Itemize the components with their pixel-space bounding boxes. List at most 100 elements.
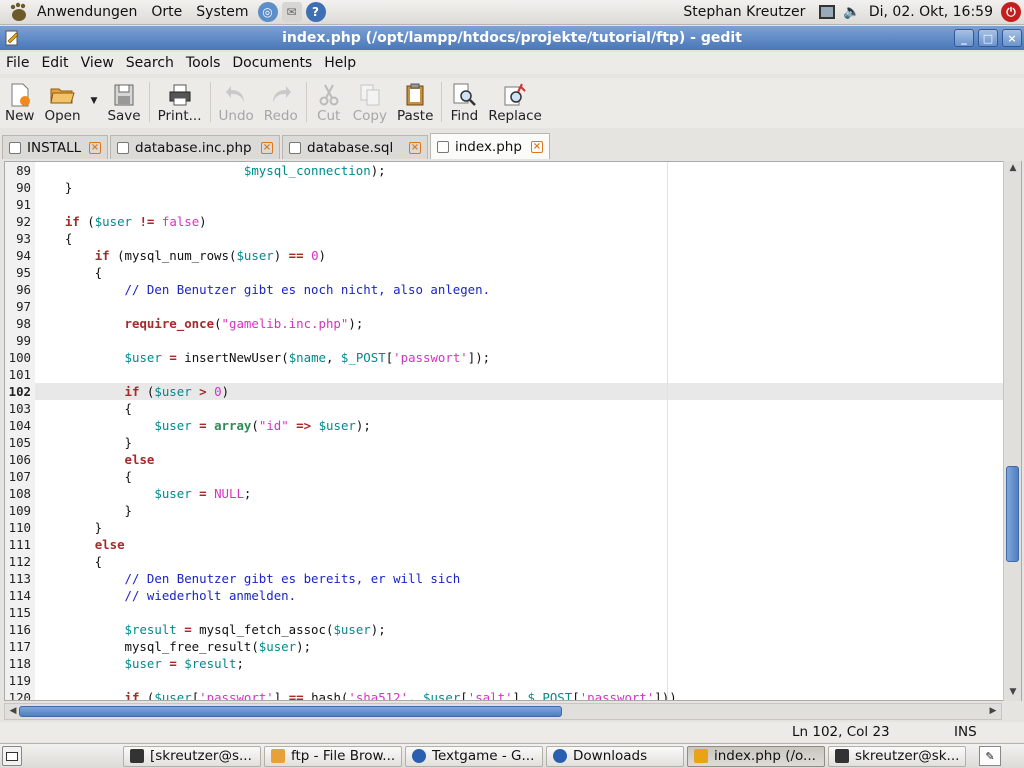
menu-file[interactable]: File: [0, 55, 35, 71]
places-menu[interactable]: Orte: [144, 0, 189, 25]
taskbar-window-button[interactable]: index.php (/o...: [687, 745, 825, 767]
applications-menu[interactable]: Anwendungen: [0, 0, 144, 25]
close-tab-icon[interactable]: ×: [89, 141, 101, 154]
new-button[interactable]: New: [0, 78, 39, 124]
line-number: 110: [8, 520, 31, 535]
redo-button[interactable]: Redo: [259, 78, 303, 124]
user-name[interactable]: Stephan Kreutzer: [683, 4, 805, 20]
menu-edit[interactable]: Edit: [35, 55, 74, 71]
scroll-right-arrow[interactable]: ▶: [987, 706, 999, 718]
current-code-line[interactable]: if ($user > 0): [35, 383, 1005, 400]
code-line[interactable]: }: [35, 179, 1005, 196]
taskbar-window-button[interactable]: skreutzer@sk...: [828, 745, 966, 767]
code-line[interactable]: {: [35, 553, 1005, 570]
scroll-down-arrow[interactable]: ▼: [1007, 687, 1019, 699]
code-line[interactable]: if ($user != false): [35, 213, 1005, 230]
cut-button[interactable]: Cut: [310, 78, 348, 124]
open-button[interactable]: Open: [39, 78, 85, 124]
menu-documents[interactable]: Documents: [226, 55, 318, 71]
horizontal-scroll-thumb[interactable]: [19, 706, 562, 717]
code-text-area[interactable]: $mysql_connection); } if ($user != false…: [35, 162, 1005, 700]
code-line[interactable]: mysql_free_result($user);: [35, 638, 1005, 655]
open-dropdown-arrow[interactable]: ▼: [86, 78, 103, 106]
power-icon[interactable]: ⏻: [1001, 2, 1021, 22]
code-line[interactable]: [35, 196, 1005, 213]
tab-database-inc-php[interactable]: database.inc.php ×: [110, 135, 280, 159]
code-line[interactable]: }: [35, 519, 1005, 536]
code-line[interactable]: else: [35, 536, 1005, 553]
code-line[interactable]: $user = $result;: [35, 655, 1005, 672]
code-line[interactable]: {: [35, 400, 1005, 417]
close-window-button[interactable]: ×: [1002, 29, 1022, 47]
code-line[interactable]: $result = mysql_fetch_assoc($user);: [35, 621, 1005, 638]
code-line[interactable]: }: [35, 434, 1005, 451]
code-editor[interactable]: 89 90 91 92 93 94 95 96 97 98 99 100 101 102 103 104 105…: [4, 161, 1022, 701]
workspace-switcher[interactable]: ✎: [979, 746, 1001, 766]
toolbar: New Open ▼ Save Print... Undo Redo Cut C…: [0, 78, 1024, 128]
volume-icon[interactable]: 🔈: [843, 4, 860, 20]
vertical-scroll-thumb[interactable]: [1006, 466, 1019, 562]
window-titlebar[interactable]: index.php (/opt/lampp/htdocs/projekte/tu…: [0, 26, 1024, 50]
paste-button[interactable]: Paste: [392, 78, 438, 124]
tab-index-php[interactable]: index.php ×: [430, 133, 550, 159]
replace-button[interactable]: Replace: [483, 78, 546, 124]
find-icon: [453, 83, 477, 106]
tab-install[interactable]: INSTALL ×: [2, 135, 108, 159]
code-line[interactable]: [35, 332, 1005, 349]
code-line[interactable]: {: [35, 264, 1005, 281]
scroll-left-arrow[interactable]: ◀: [7, 706, 19, 718]
code-line[interactable]: [35, 672, 1005, 689]
web-browser-launcher-icon[interactable]: ◎: [257, 2, 278, 22]
code-line[interactable]: [35, 366, 1005, 383]
taskbar-window-button[interactable]: Textgame - G...: [405, 745, 543, 767]
code-line[interactable]: else: [35, 451, 1005, 468]
code-line[interactable]: [35, 604, 1005, 621]
taskbar-window-button[interactable]: ftp - File Brow...: [264, 745, 402, 767]
applications-label: Anwendungen: [37, 4, 138, 20]
taskbar-window-button[interactable]: [skreutzer@s...: [123, 745, 261, 767]
print-button[interactable]: Print...: [153, 78, 207, 124]
close-tab-icon[interactable]: ×: [531, 140, 543, 153]
clock[interactable]: Di, 02. Okt, 16:59: [869, 4, 993, 20]
save-icon: [114, 84, 134, 106]
minimize-button[interactable]: _: [954, 29, 974, 47]
network-icon[interactable]: [819, 5, 836, 19]
help-launcher-icon[interactable]: ?: [305, 2, 326, 22]
code-line[interactable]: [35, 298, 1005, 315]
menu-search[interactable]: Search: [120, 55, 180, 71]
copy-button[interactable]: Copy: [348, 78, 392, 124]
code-line[interactable]: require_once("gamelib.inc.php");: [35, 315, 1005, 332]
close-tab-icon[interactable]: ×: [409, 141, 421, 154]
find-button[interactable]: Find: [445, 78, 483, 124]
tab-database-sql[interactable]: database.sql ×: [282, 135, 428, 159]
save-button[interactable]: Save: [102, 78, 145, 124]
menu-tools[interactable]: Tools: [180, 55, 227, 71]
vertical-scrollbar[interactable]: ▲ ▼: [1003, 161, 1021, 701]
code-line[interactable]: $user = insertNewUser($name, $_POST['pas…: [35, 349, 1005, 366]
undo-button[interactable]: Undo: [214, 78, 259, 124]
code-line[interactable]: if ($user['passwort'] == hash('sha512', …: [35, 689, 1005, 700]
menu-help[interactable]: Help: [318, 55, 362, 71]
folder-icon: [271, 749, 285, 763]
code-line[interactable]: // wiederholt anmelden.: [35, 587, 1005, 604]
line-number: 98: [16, 316, 31, 331]
horizontal-scrollbar[interactable]: ◀ ▶: [4, 703, 1002, 720]
code-line[interactable]: $user = NULL;: [35, 485, 1005, 502]
code-line[interactable]: // Den Benutzer gibt es bereits, er will…: [35, 570, 1005, 587]
mail-launcher-icon[interactable]: ✉: [281, 2, 302, 22]
scroll-up-arrow[interactable]: ▲: [1007, 163, 1019, 175]
code-line[interactable]: if (mysql_num_rows($user) == 0): [35, 247, 1005, 264]
close-tab-icon[interactable]: ×: [261, 141, 273, 154]
code-line[interactable]: {: [35, 468, 1005, 485]
taskbar-window-button[interactable]: Downloads: [546, 745, 684, 767]
show-desktop-button[interactable]: [2, 746, 22, 766]
maximize-button[interactable]: □: [978, 29, 998, 47]
code-line[interactable]: {: [35, 230, 1005, 247]
code-line[interactable]: $user = array("id" => $user);: [35, 417, 1005, 434]
code-line[interactable]: }: [35, 502, 1005, 519]
menu-view[interactable]: View: [75, 55, 120, 71]
gedit-app-icon[interactable]: [4, 30, 20, 46]
code-line[interactable]: // Den Benutzer gibt es noch nicht, also…: [35, 281, 1005, 298]
system-menu[interactable]: System: [189, 0, 255, 25]
code-line[interactable]: $mysql_connection);: [35, 162, 1005, 179]
